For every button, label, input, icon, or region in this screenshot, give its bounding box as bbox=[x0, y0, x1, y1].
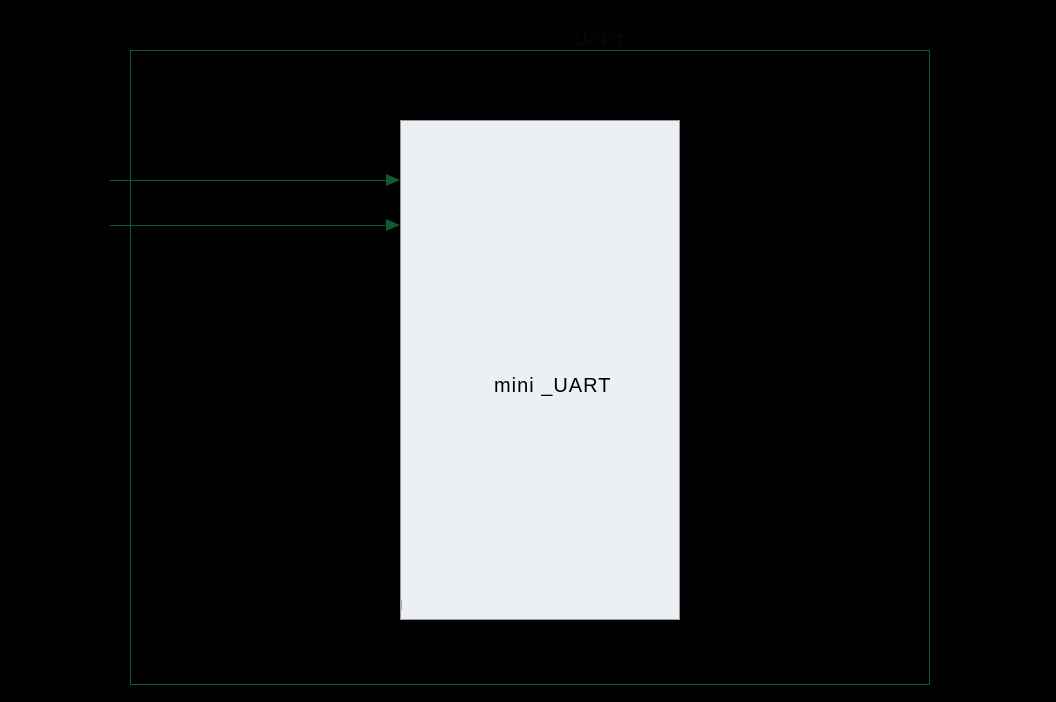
uart-outer-label: UART bbox=[575, 30, 625, 51]
mini-uart-label: mini _UART bbox=[494, 375, 611, 398]
input-arrow-2-line bbox=[110, 225, 388, 226]
mini-uart-block bbox=[400, 120, 680, 620]
input-arrow-1-line bbox=[110, 180, 388, 181]
scale-tick-mark bbox=[400, 600, 402, 610]
input-arrow-1-head bbox=[386, 174, 400, 186]
input-arrow-2-head bbox=[386, 219, 400, 231]
